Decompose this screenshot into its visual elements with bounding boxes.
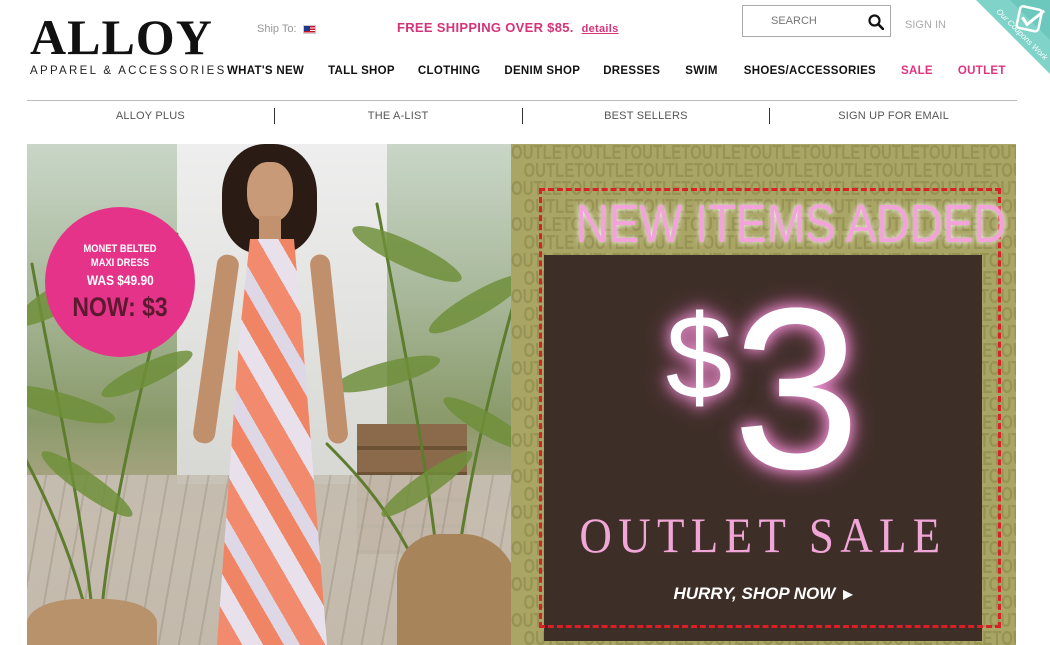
search-box xyxy=(742,5,891,37)
burlap-planter-left xyxy=(27,599,157,645)
header-divider xyxy=(27,100,1017,101)
burlap-planter-right xyxy=(397,534,511,645)
nav-sale[interactable]: SALE xyxy=(901,65,933,77)
outlet-sale-banner[interactable]: OUTLETOUTLETOUTLETOUTLETOUTLETOUTLETOUTL… xyxy=(511,144,1016,645)
ship-to-label: Ship To: xyxy=(257,23,297,35)
nav-denim-shop[interactable]: DENIM SHOP xyxy=(504,65,580,77)
hero-dress-banner[interactable]: MONET BELTED MAXI DRESS WAS $49.90 NOW: … xyxy=(27,144,511,645)
product-name: MONET BELTED MAXI DRESS xyxy=(83,242,157,269)
subnav-best-sellers[interactable]: BEST SELLERS xyxy=(523,108,771,124)
main-nav: WHAT'S NEW TALL SHOP CLOTHING DENIM SHOP… xyxy=(227,65,1006,77)
sub-nav: ALLOY PLUS THE A-LIST BEST SELLERS SIGN … xyxy=(27,108,1017,124)
coupons-guaranteed-ribbon[interactable]: Our Coupons Work GUARANTEED xyxy=(938,0,1050,112)
model-in-maxi-dress xyxy=(187,144,367,645)
outlet-sale-title: OUTLET SALE xyxy=(579,507,947,563)
nav-swim[interactable]: SWIM xyxy=(685,65,718,77)
nav-shoes-accessories[interactable]: SHOES/ACCESSORIES xyxy=(744,65,876,77)
hurry-shop-now-button[interactable]: HURRY, SHOP NOW ▶ xyxy=(544,584,982,604)
price-dollar-sign: $ xyxy=(665,290,733,424)
nav-tall-shop[interactable]: TALL SHOP xyxy=(328,65,395,77)
price-amount: 3 xyxy=(732,260,861,517)
nav-dresses[interactable]: DRESSES xyxy=(603,65,660,77)
new-items-headline: NEW ITEMS ADDED xyxy=(575,194,1007,254)
nav-whats-new[interactable]: WHAT'S NEW xyxy=(227,65,304,77)
search-input[interactable] xyxy=(743,6,853,36)
free-shipping-promo: FREE SHIPPING OVER $85. details xyxy=(397,20,619,35)
subnav-the-a-list[interactable]: THE A-LIST xyxy=(275,108,523,124)
price-promo-badge: MONET BELTED MAXI DRESS WAS $49.90 NOW: … xyxy=(45,207,195,357)
was-price: WAS $49.90 xyxy=(86,271,154,288)
sale-price: $3 xyxy=(544,274,982,504)
page: ALLOY APPAREL & ACCESSORIES Ship To: FRE… xyxy=(0,0,1050,645)
logo-tagline: APPAREL & ACCESSORIES xyxy=(30,65,227,77)
subnav-alloy-plus[interactable]: ALLOY PLUS xyxy=(27,108,275,124)
nav-clothing[interactable]: CLOTHING xyxy=(418,65,480,77)
model-face xyxy=(247,162,293,222)
model-arm-right xyxy=(309,253,349,445)
us-flag-icon xyxy=(302,24,316,34)
play-arrow-icon: ▶ xyxy=(843,587,853,601)
promo-details-link[interactable]: details xyxy=(582,23,619,35)
nav-outlet[interactable]: OUTLET xyxy=(958,65,1006,77)
search-icon[interactable] xyxy=(868,14,884,30)
now-price: NOW: $3 xyxy=(72,291,168,322)
logo-wordmark: ALLOY xyxy=(30,9,213,65)
subnav-sign-up-email[interactable]: SIGN UP FOR EMAIL xyxy=(770,108,1017,124)
ship-to-selector[interactable]: Ship To: xyxy=(257,23,316,35)
alloy-logo[interactable]: ALLOY APPAREL & ACCESSORIES xyxy=(30,9,227,77)
promo-text: FREE SHIPPING OVER $85. xyxy=(397,20,574,35)
model-arm-left xyxy=(191,253,241,445)
shop-now-label: HURRY, SHOP NOW xyxy=(673,584,836,603)
